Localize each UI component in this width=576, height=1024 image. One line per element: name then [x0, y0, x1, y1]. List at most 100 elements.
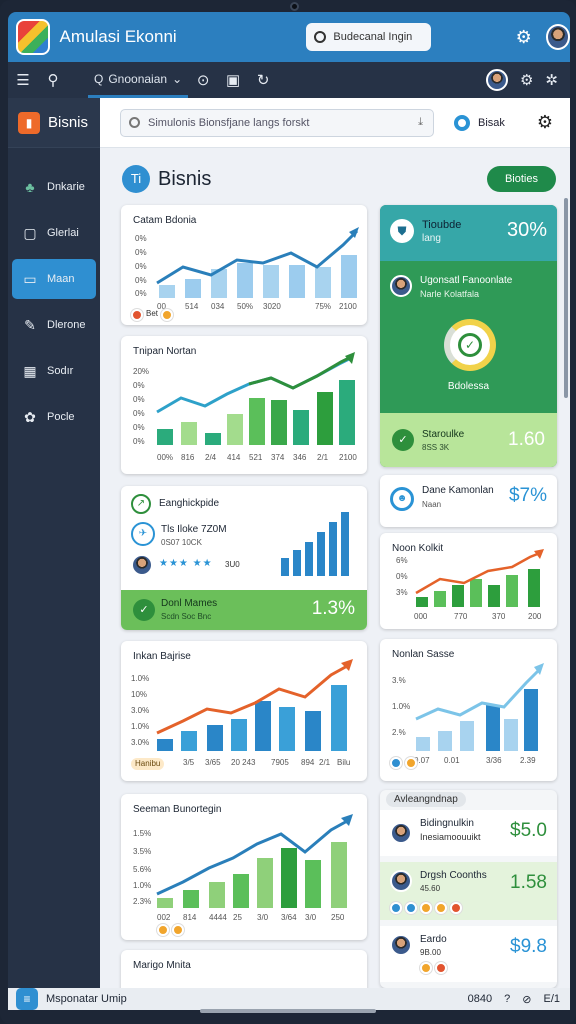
download-icon[interactable]: ⤓	[418, 116, 423, 129]
sidebar-item-pocle[interactable]: ✿ Pocle	[12, 397, 96, 437]
pen-icon: ✎	[24, 316, 36, 333]
chart-r4-svg: 6% 0% 3% 000 770 370 200	[396, 549, 544, 621]
coin-icon	[405, 757, 417, 769]
toolbar-avatar[interactable]	[485, 69, 508, 91]
chart-card-4[interactable]: Inkan Bajrise 1.0% 10% 3.0% 1.0% 3.0% 3/…	[121, 641, 367, 781]
top-search-input[interactable]: Budecanal Ingin	[306, 23, 431, 51]
clock: 0840	[467, 992, 493, 1005]
chart-card-5[interactable]: Seeman Bunortegin 1.5% 3.5% 5.6% 1.0% 2.…	[121, 794, 367, 940]
page-title: Bisnis	[158, 167, 212, 190]
chart-card-3[interactable]: ↗ Eanghickpide ✈ Tls Iloke 7Z0M 0S07 10C…	[121, 486, 367, 630]
help-icon[interactable]: ?	[504, 993, 510, 1006]
chart-r5-bars	[416, 689, 538, 751]
person-avatar	[390, 934, 412, 956]
badge-coin-icon	[161, 309, 174, 321]
main-settings-icon[interactable]: ⚙	[537, 112, 553, 133]
x-tick: 414	[227, 453, 241, 462]
list-item-sub: 9B.00	[420, 948, 441, 957]
leaderboard-header: Avleangndnap	[386, 792, 466, 807]
y-tick: 0%	[133, 395, 145, 404]
sidebar-item-label: Glerlai	[47, 227, 79, 239]
sidebar-item-sodir[interactable]: ▦ Sodır	[12, 351, 96, 391]
sidebar-item-dnkarie[interactable]: ♣ Dnkarie	[12, 167, 96, 207]
person-avatar	[390, 275, 412, 297]
x-tick: 770	[454, 612, 468, 621]
chart-card-6[interactable]: Marigo Mnita	[121, 950, 367, 988]
chart-r5-line	[415, 667, 542, 721]
y-tick: 1.0%	[131, 674, 149, 683]
r1-sub: lang	[422, 233, 441, 244]
page-header: Ti Bisnis Bioties	[100, 148, 570, 210]
menu-icon[interactable]: ☰	[8, 71, 38, 89]
x-tick: 2100	[339, 302, 357, 311]
refresh-icon[interactable]: ↻	[248, 71, 278, 89]
x-tick: 20 243	[231, 758, 256, 767]
y-tick: 1.0%	[131, 722, 149, 731]
chart-card-r4[interactable]: Noon Kolkit 6% 0% 3% 000 770 370 200	[380, 533, 557, 629]
info-icon[interactable]: ⊘	[522, 993, 531, 1006]
home-indicator[interactable]	[200, 1009, 376, 1013]
x-tick: 200	[528, 612, 542, 621]
list-item[interactable]: Bidingnulkin Inesiamoouuikt $5.0	[380, 810, 557, 856]
r1-header: ⛊ Tioubde lang 30%	[380, 205, 557, 261]
r1-footer: ✓ Staroulke 8SS 3K 1.60	[380, 413, 557, 467]
badge-label: Bet	[146, 309, 159, 318]
r3-title: Dane Kamonlan	[422, 485, 494, 496]
settings-gear-icon[interactable]: ⚙	[516, 27, 532, 48]
sidebar-item-dlerone[interactable]: ✎ Dlerone	[12, 305, 96, 345]
chart-card-2[interactable]: Tnipan Nortan 20% 0% 0% 0% 0% 0% 00% 816…	[121, 336, 367, 474]
footer-icon: ✓	[133, 599, 155, 621]
list-icon[interactable]: ≡	[16, 988, 38, 1010]
toolbar-gear-icon[interactable]: ⚙	[520, 71, 533, 89]
stat-card-r1[interactable]: ⛊ Tioubde lang 30% Ugonsatl Fanoonlate N…	[380, 205, 557, 467]
y-tick: 10%	[131, 690, 147, 699]
toolbar-settings-icon[interactable]: ✲	[545, 71, 558, 89]
x-tick: 2.39	[520, 756, 536, 765]
view-dropdown-label: Gnoonaian	[108, 71, 168, 86]
x-tick: 521	[249, 453, 263, 462]
x-tick: 7905	[271, 758, 289, 767]
x-tick: 3/0	[305, 913, 317, 922]
zoom-icon[interactable]: ⊙	[188, 71, 218, 89]
sidebar-item-maan[interactable]: ▭ Maan	[12, 259, 96, 299]
toolbar: ☰ ⚲ Q Gnoonaian ⌄ ⊙ ▣ ↻ ⚙ ✲	[8, 62, 570, 98]
sidebar-item-glerlai[interactable]: ▢ Glerlai	[12, 213, 96, 253]
badge-pill: Hanibu	[131, 758, 165, 770]
sidebar-item-label: Dlerone	[47, 319, 86, 331]
y-tick: 3%	[396, 588, 408, 597]
shield-icon: ⛊	[390, 219, 414, 243]
brand-icon: ▮	[18, 111, 40, 134]
x-tick: 894	[301, 758, 315, 767]
scrollbar[interactable]	[564, 198, 568, 398]
person-ring-icon: ☻	[390, 487, 414, 511]
tool-icon[interactable]: ⚲	[38, 71, 68, 89]
x-tick: 3/5	[183, 758, 195, 767]
y-tick: 0%	[135, 289, 147, 298]
list-item[interactable]: Drgsh Coonths 45.60 1.58	[380, 862, 557, 920]
main-search-input[interactable]: Simulonis Bionsfjane langs forskt ⤓	[120, 108, 434, 137]
bisak-button[interactable]: Bisak	[454, 114, 505, 131]
view-dropdown[interactable]: Q Gnoonaian ⌄	[88, 62, 189, 98]
save-icon[interactable]: ▣	[218, 71, 248, 89]
check-circle-icon: ✓	[392, 429, 414, 451]
list-item[interactable]: Eardo 9B.00 $9.8	[380, 926, 557, 982]
chart-3-svg	[281, 512, 349, 576]
y-tick: 0%	[133, 437, 145, 446]
chart-card-r5[interactable]: Nonlan Sasse 3.% 1.0% 2.% 0.07 0.01 3/36…	[380, 639, 557, 781]
footer-title: Donl Mames	[161, 598, 218, 609]
stat-card-r3[interactable]: ☻ Dane Kamonlan Naan $7%	[380, 475, 557, 527]
main-content: Simulonis Bionsfjane langs forskt ⤓ Bisa…	[100, 98, 570, 988]
badge-dot-icon	[131, 309, 143, 321]
chart-2-svg: 20% 0% 0% 0% 0% 0% 00% 816 2/4 414 521 3…	[133, 352, 357, 462]
page-action-button[interactable]: Bioties	[486, 166, 556, 192]
x-tick: 3020	[263, 302, 281, 311]
x-tick: 514	[185, 302, 199, 311]
device-frame: Amulasi Ekonni Budecanal Ingin ⚙ ☰ ⚲ Q G…	[0, 0, 576, 1024]
r2-sub: 8SS 3K	[422, 443, 450, 452]
chart-card-1[interactable]: Catam Bdonia 0% 0% 0% 0% 0% 00 514 034 5…	[121, 205, 367, 325]
sidebar-brand[interactable]: ▮ Bisnis	[8, 98, 100, 148]
x-tick: 2100	[339, 453, 357, 462]
user-avatar[interactable]	[545, 24, 570, 50]
person-avatar	[390, 870, 412, 892]
r2-title: Staroulke	[422, 429, 465, 440]
